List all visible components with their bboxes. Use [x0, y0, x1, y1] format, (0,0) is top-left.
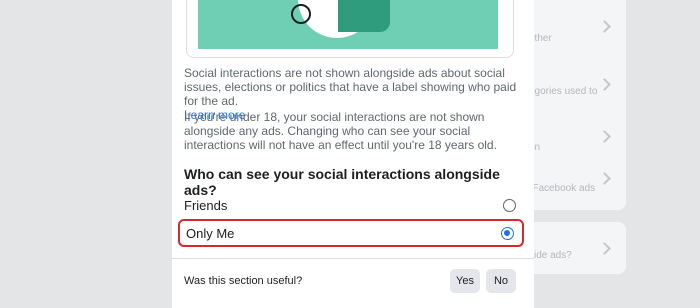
option-label: Friends: [184, 197, 228, 213]
illustration-ring: [291, 4, 311, 24]
option-label: Only Me: [186, 225, 235, 241]
only-me-radio[interactable]: [501, 226, 514, 240]
illustration: [198, 0, 498, 49]
feedback-question: Was this section useful?: [184, 275, 303, 287]
option-only-me[interactable]: Only Me: [178, 219, 524, 247]
bg-row-sub: side ads?: [529, 250, 572, 261]
friends-radio[interactable]: [503, 198, 516, 212]
bg-row-sub: egories used to: [529, 86, 598, 97]
illustration-dark-shape: [338, 0, 390, 32]
under-18-notice: If you're under 18, your social interact…: [184, 110, 497, 152]
social-interactions-dialog: Social interactions are not shown alongs…: [172, 0, 534, 308]
ads-disclaimer-text: Social interactions are not shown alongs…: [184, 66, 517, 108]
no-button[interactable]: No: [486, 269, 516, 293]
bg-row-sub: -Facebook ads: [529, 183, 596, 194]
yes-button[interactable]: Yes: [450, 269, 480, 293]
footer-divider: [172, 258, 534, 259]
option-friends[interactable]: Friends: [178, 191, 524, 219]
